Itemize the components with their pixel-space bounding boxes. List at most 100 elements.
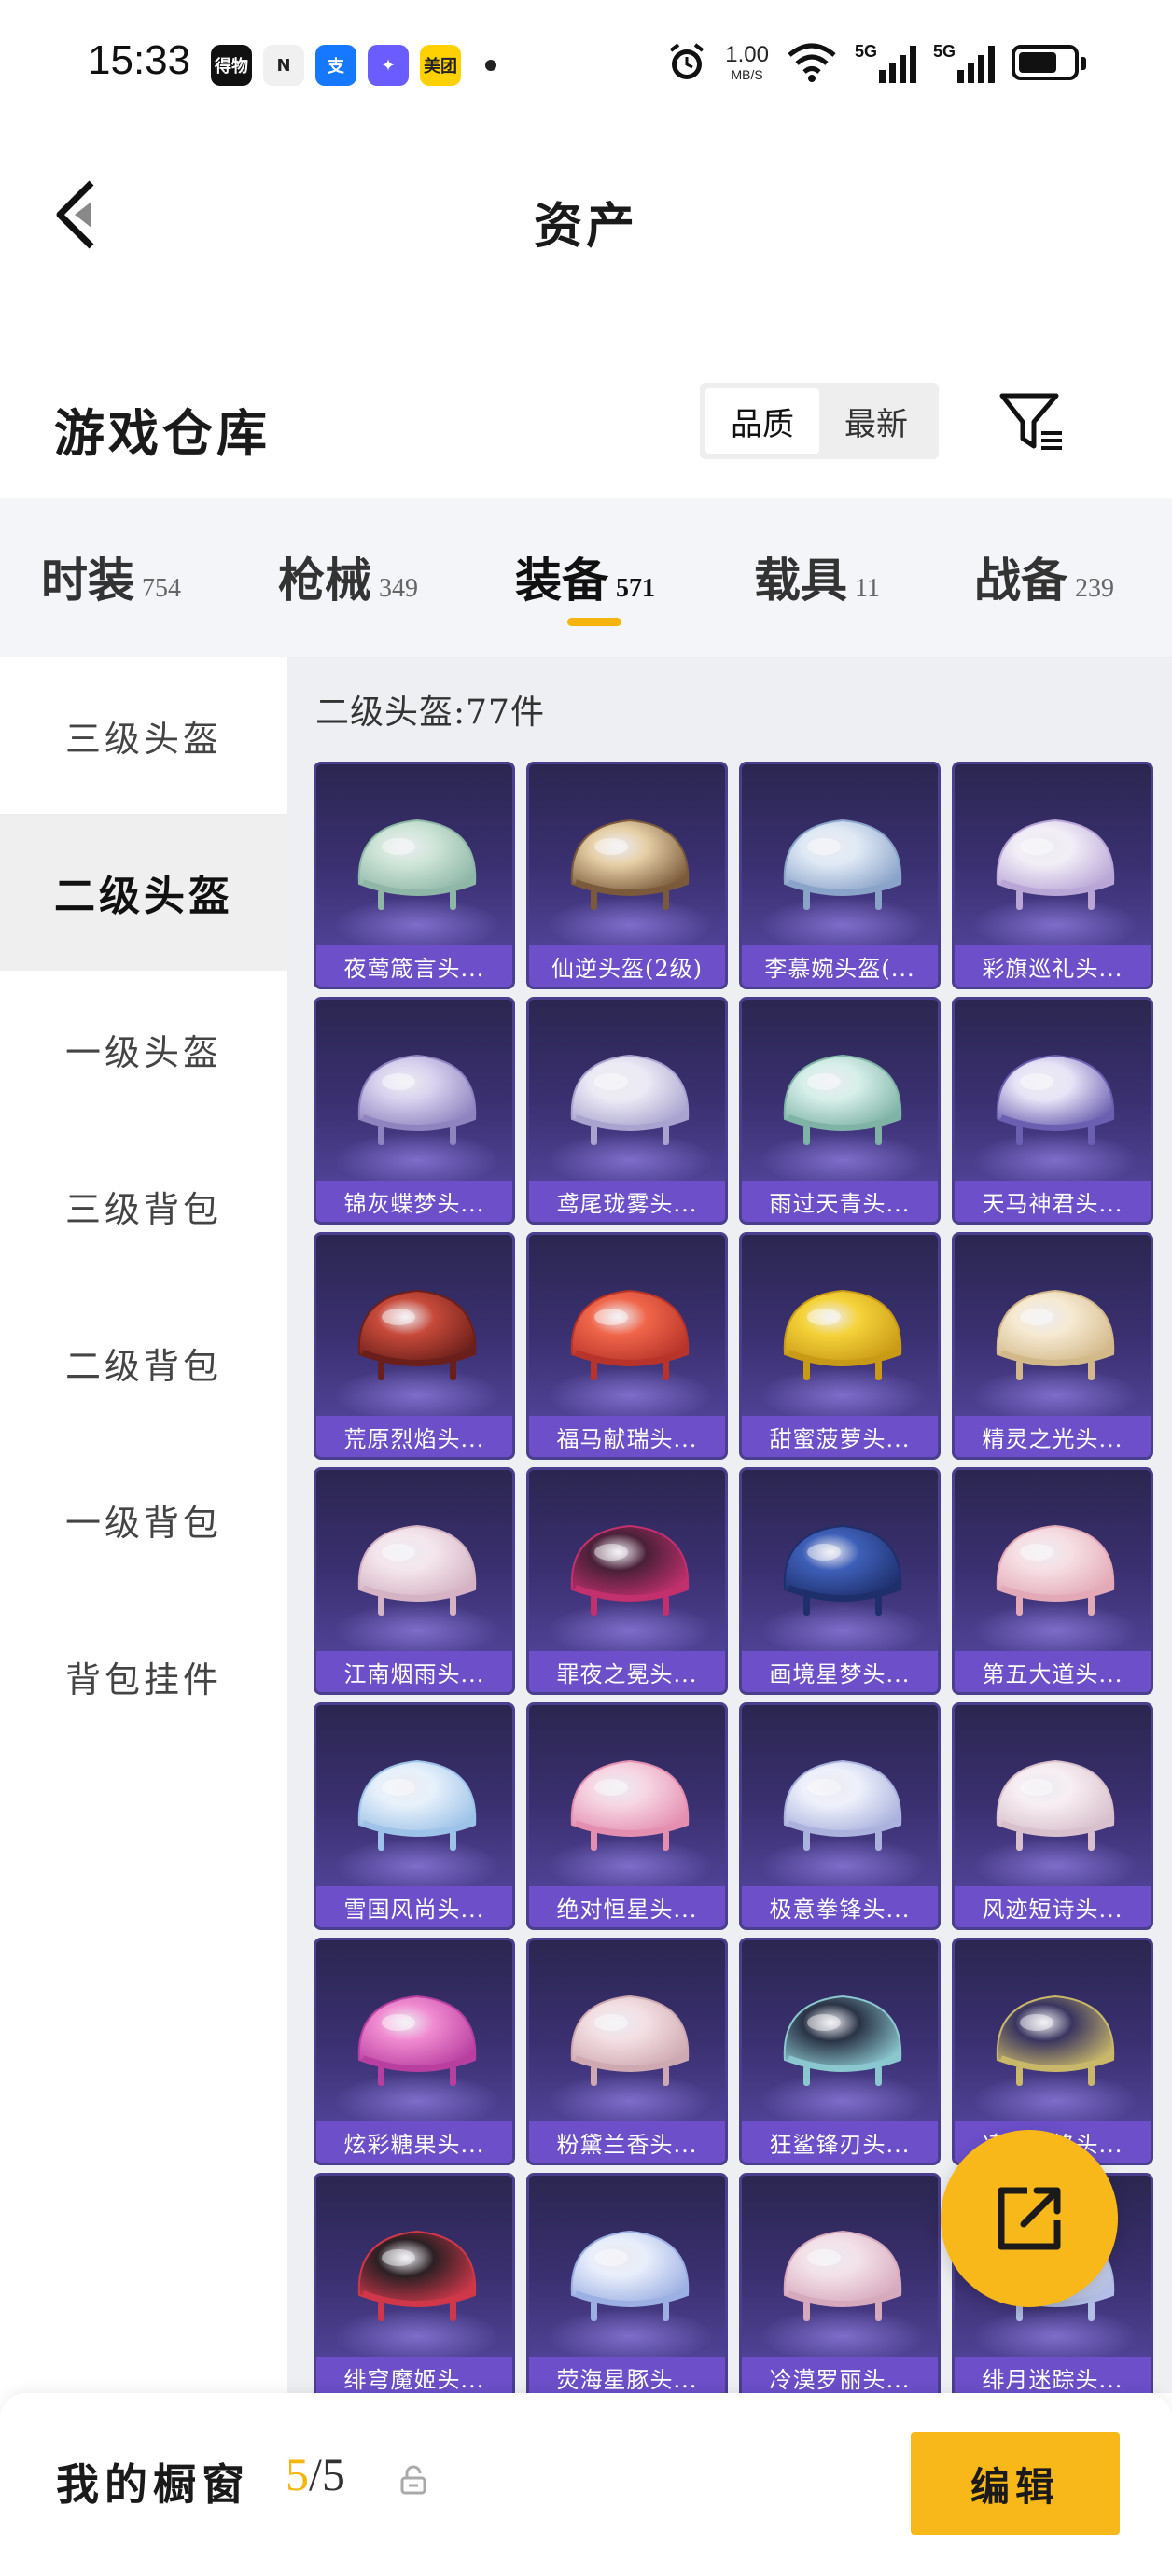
helmet-item-card[interactable]: 荒原烈焰头... [314,1232,515,1460]
tab-vehicles[interactable]: 载具 11 [754,543,880,610]
helmet-icon [570,1289,690,1380]
star-app-icon: ✦ [368,45,409,86]
tab-count: 239 [1075,574,1114,603]
helmet-icon [357,1759,477,1851]
warehouse-row: 游戏仓库 品质 最新 [0,355,1172,485]
helmet-item-card[interactable]: 江南烟雨头... [314,1467,515,1695]
tab-count: 754 [142,574,181,603]
helmet-item-card[interactable]: 锦灰蝶梦头... [314,997,515,1225]
helmet-icon [996,1995,1115,2086]
helmet-item-card[interactable]: 仙逆头盔(2级) [526,762,728,989]
helmet-icon [996,819,1115,910]
helmet-item-label: 甜蜜菠萝头... [742,1416,938,1457]
helmet-item-label: 极意拳锋头... [742,1886,938,1927]
helmet-item-card[interactable]: 夜莺箴言头... [314,762,515,989]
edit-button[interactable]: 编辑 [911,2432,1120,2535]
helmet-item-card[interactable]: 绯穹魔姬头... [314,2173,515,2393]
helmet-item-label: 粉黛兰香头... [529,2121,725,2163]
helmet-item-label: 福马献瑞头... [529,1416,725,1457]
tab-equipment[interactable]: 装备 571 [515,543,655,610]
helmet-item-card[interactable]: 粉黛兰香头... [526,1938,728,2165]
helmet-item-card[interactable]: 雪国风尚头... [314,1702,515,1930]
helmet-item-label: 鸢尾珑雾头... [529,1181,725,1222]
sidebar-item-level2-helmet[interactable]: 二级头盔 [0,814,287,971]
helmet-icon [783,1524,902,1616]
helmet-item-card[interactable]: 狂鲨锋刃头... [739,1938,941,2165]
cell-signal-2-label: 5G [933,42,956,61]
sort-toggle: 品质 最新 [700,383,939,459]
helmet-item-card[interactable]: 天马神君头... [952,997,1153,1225]
helmet-icon [357,1289,477,1380]
share-button[interactable] [941,2130,1118,2307]
tab-fashion[interactable]: 时装 754 [41,543,181,610]
sidebar-item-backpack-charm[interactable]: 背包挂件 [0,1598,287,1755]
helmet-icon [570,1054,690,1145]
helmet-item-label: 炫彩糖果头... [316,2121,512,2163]
helmet-icon [570,2230,690,2321]
helmet-item-label: 雪国风尚头... [316,1886,512,1927]
helmet-item-card[interactable]: 画境星梦头... [739,1467,941,1695]
helmet-icon [783,2230,902,2321]
helmet-item-card[interactable]: 炫彩糖果头... [314,1938,515,2165]
helmet-item-card[interactable]: 冷漠罗丽头... [739,2173,941,2393]
showcase-current: 5 [286,2448,309,2500]
cell-signal-1-label: 5G [855,42,878,61]
tab-label: 装备 [515,553,608,608]
tab-label: 枪械 [278,553,371,608]
helmet-item-label: 夜莺箴言头... [316,945,512,987]
status-right: 1.00 MB/S 5G 5G [665,41,1086,84]
helmet-item-card[interactable]: 甜蜜菠萝头... [739,1232,941,1460]
status-bar: 15:33 得物 N 支 ✦ 美团 1.00 MB/S 5G 5G [0,0,1172,131]
filter-icon [999,393,1062,450]
tab-label: 载具 [754,553,847,608]
helmet-icon [996,1054,1115,1145]
helmet-icon [783,1759,902,1851]
tab-battle-gear[interactable]: 战备 239 [974,543,1114,610]
helmet-item-label: 风迹短诗头... [955,1886,1151,1927]
helmet-item-card[interactable]: 罪夜之冕头... [526,1467,728,1695]
status-time: 15:33 [88,37,191,83]
sidebar-item-level1-helmet[interactable]: 一级头盔 [0,971,287,1127]
helmet-icon [357,1054,477,1145]
tab-count: 11 [855,574,880,603]
helmet-item-label: 江南烟雨头... [316,1651,512,1692]
sort-by-quality-option[interactable]: 品质 [705,388,819,454]
helmet-icon [783,1995,902,2086]
tab-firearms[interactable]: 枪械 349 [278,543,418,610]
helmet-icon [357,2230,477,2321]
helmet-icon [996,1524,1115,1616]
helmet-item-label: 狂鲨锋刃头... [742,2121,938,2163]
filter-button[interactable] [995,385,1069,459]
sort-by-newest-option[interactable]: 最新 [819,388,933,454]
helmet-item-card[interactable]: 极意拳锋头... [739,1702,941,1930]
helmet-item-card[interactable]: 荧海星豚头... [526,2173,728,2393]
sidebar-item-level3-helmet[interactable]: 三级头盔 [0,657,287,814]
helmet-item-label: 绯穹魔姬头... [316,2357,512,2393]
showcase-count: 5/5 [286,2447,345,2501]
helmet-item-card[interactable]: 凌霄龙焰头... [952,1938,1153,2165]
sidebar-item-level1-backpack[interactable]: 一级背包 [0,1441,287,1598]
alipay-app-icon: 支 [315,45,356,86]
lock-icon [400,2465,426,2495]
helmet-item-label: 画境星梦头... [742,1651,938,1692]
sidebar-item-level2-backpack[interactable]: 二级背包 [0,1284,287,1441]
helmet-item-label: 彩旗巡礼头... [955,945,1151,987]
sidebar-item-level3-backpack[interactable]: 三级背包 [0,1127,287,1284]
helmet-item-card[interactable]: 福马献瑞头... [526,1232,728,1460]
helmet-item-card[interactable]: 第五大道头... [952,1467,1153,1695]
helmet-item-card[interactable]: 雨过天青头... [739,997,941,1225]
helmet-icon [783,1289,902,1380]
tab-count: 571 [616,574,655,603]
helmet-item-card[interactable]: 风迹短诗头... [952,1702,1153,1930]
helmet-item-card[interactable]: 彩旗巡礼头... [952,762,1153,989]
helmet-item-card[interactable]: 鸢尾珑雾头... [526,997,728,1225]
helmet-icon [783,1054,902,1145]
helmet-icon [996,1759,1115,1851]
tab-label: 时装 [41,553,134,608]
helmet-icon [783,819,902,910]
helmet-item-label: 李慕婉头盔(... [742,945,938,987]
helmet-item-label: 精灵之光头... [955,1416,1151,1457]
helmet-item-card[interactable]: 精灵之光头... [952,1232,1153,1460]
helmet-item-card[interactable]: 绝对恒星头... [526,1702,728,1930]
helmet-item-card[interactable]: 李慕婉头盔(... [739,762,941,989]
